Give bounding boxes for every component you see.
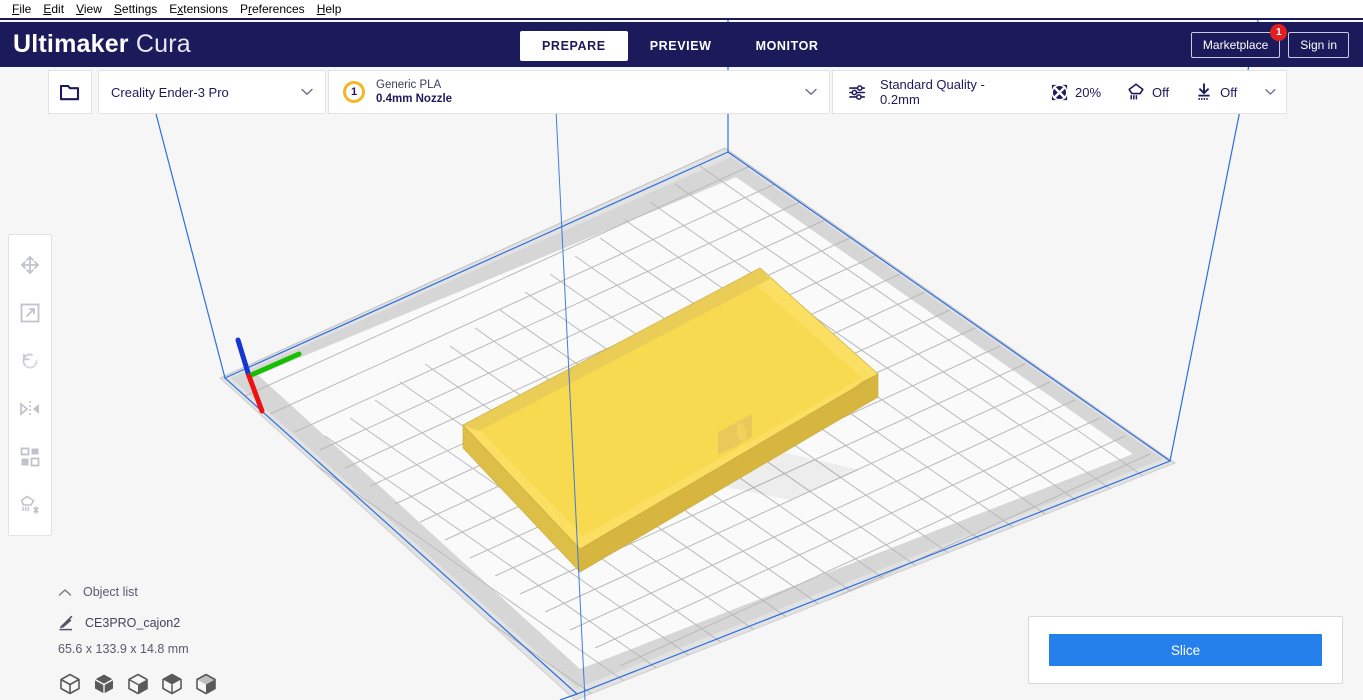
- machine-selector[interactable]: Creality Ender-3 Pro: [98, 70, 326, 114]
- infill-value: 20%: [1075, 85, 1101, 100]
- support-value: Off: [1152, 85, 1169, 100]
- rotate-icon: [19, 350, 41, 372]
- main-toolbar: Creality Ender-3 Pro 1 Generic PLA 0.4mm…: [48, 70, 1287, 114]
- object-list-toggle[interactable]: Object list: [58, 585, 218, 599]
- chevron-down-icon: [301, 88, 313, 96]
- rotate-tool[interactable]: [8, 337, 52, 385]
- mirror-tool[interactable]: [8, 385, 52, 433]
- sliders-icon: [849, 84, 866, 101]
- per-model-settings-tool[interactable]: [8, 433, 52, 481]
- model-tools-panel: [8, 234, 52, 536]
- support-setting[interactable]: Off: [1127, 83, 1169, 101]
- tab-monitor[interactable]: MONITOR: [734, 31, 841, 61]
- cura-window: FFileile Edit View Settings Extensions P…: [0, 0, 1363, 700]
- menu-item-edit[interactable]: Edit: [37, 0, 70, 18]
- profile-name: Standard Quality - 0.2mm: [880, 77, 1013, 107]
- marketplace-label: Marketplace: [1203, 38, 1268, 52]
- scale-icon: [19, 302, 41, 324]
- view-left-button[interactable]: [160, 672, 184, 696]
- object-list-item[interactable]: CE3PRO_cajon2: [58, 615, 218, 631]
- tab-preview[interactable]: PREVIEW: [628, 31, 734, 61]
- menu-item-extensions[interactable]: Extensions: [163, 0, 234, 18]
- chevron-down-icon[interactable]: [1265, 88, 1276, 96]
- object-name: CE3PRO_cajon2: [85, 616, 180, 630]
- move-tool[interactable]: [8, 241, 52, 289]
- infill-setting[interactable]: 20%: [1051, 84, 1101, 101]
- menu-item-preferences[interactable]: Preferences: [234, 0, 311, 18]
- folder-icon: [60, 84, 80, 101]
- object-list-title: Object list: [83, 585, 138, 599]
- print-settings-selector[interactable]: Standard Quality - 0.2mm 20%: [832, 70, 1287, 114]
- view-3d-button[interactable]: [58, 672, 82, 696]
- tab-prepare[interactable]: PREPARE: [520, 31, 628, 61]
- open-file-button[interactable]: [48, 70, 92, 114]
- view-right-button[interactable]: [194, 672, 218, 696]
- support-icon: [1127, 83, 1145, 101]
- brand-light: Cura: [129, 30, 191, 58]
- nozzle-size: 0.4mm Nozzle: [376, 92, 452, 106]
- material-name: Generic PLA: [376, 78, 452, 92]
- sign-in-button[interactable]: Sign in: [1288, 32, 1349, 58]
- adhesion-icon: [1195, 83, 1213, 101]
- menu-item-view[interactable]: View: [70, 0, 108, 18]
- chevron-up-icon: [58, 588, 72, 597]
- support-blocker-icon: [19, 494, 41, 516]
- view-top-button[interactable]: [126, 672, 150, 696]
- mirror-icon: [19, 398, 41, 420]
- marketplace-badge: 1: [1270, 24, 1287, 41]
- object-list-panel: Object list CE3PRO_cajon2 65.6 x 133.9 x…: [58, 585, 218, 696]
- adhesion-setting[interactable]: Off: [1195, 83, 1237, 101]
- chevron-down-icon: [805, 88, 817, 96]
- action-panel: Slice: [1028, 616, 1343, 684]
- menu-item-help[interactable]: Help: [311, 0, 348, 18]
- view-front-button[interactable]: [92, 672, 116, 696]
- slice-button[interactable]: Slice: [1049, 634, 1322, 666]
- material-selector[interactable]: 1 Generic PLA 0.4mm Nozzle: [328, 70, 830, 114]
- object-dimensions: 65.6 x 133.9 x 14.8 mm: [58, 642, 218, 656]
- view-orientation-buttons: [58, 672, 218, 696]
- menu-item-settings[interactable]: Settings: [108, 0, 163, 18]
- menu-bar: FFileile Edit View Settings Extensions P…: [0, 0, 1363, 20]
- app-header: Ultimaker Cura PREPARE PREVIEW MONITOR M…: [0, 22, 1363, 67]
- pen-icon: [58, 615, 74, 631]
- support-blocker-tool[interactable]: [8, 481, 52, 529]
- header-actions: Marketplace 1 Sign in: [1191, 32, 1349, 58]
- menu-item-file[interactable]: FFileile: [6, 0, 37, 18]
- infill-icon: [1051, 84, 1068, 101]
- scale-tool[interactable]: [8, 289, 52, 337]
- app-brand: Ultimaker Cura: [13, 30, 191, 59]
- brand-bold: Ultimaker: [13, 30, 129, 58]
- per-model-settings-icon: [19, 446, 41, 468]
- stage-tabs: PREPARE PREVIEW MONITOR: [520, 31, 841, 61]
- marketplace-button[interactable]: Marketplace 1: [1191, 32, 1280, 58]
- machine-name: Creality Ender-3 Pro: [111, 85, 229, 100]
- extruder-number-badge: 1: [343, 81, 365, 103]
- move-icon: [19, 254, 41, 276]
- adhesion-value: Off: [1220, 85, 1237, 100]
